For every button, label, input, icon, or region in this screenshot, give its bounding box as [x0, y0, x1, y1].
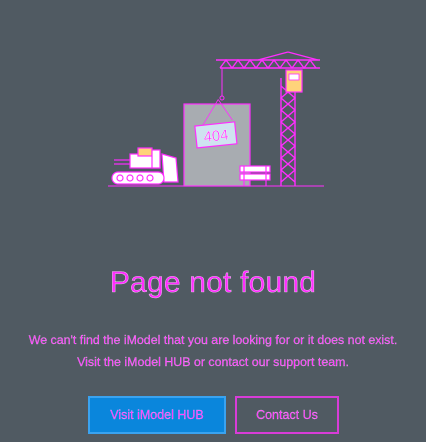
page-title: Page not found	[109, 266, 317, 299]
error-message-line-2: Visit the iModel HUB or contact our supp…	[77, 355, 349, 369]
contact-us-button[interactable]: Contact Us	[235, 396, 339, 434]
sign-404-text: 404	[203, 127, 230, 147]
visit-imodel-hub-button[interactable]: Visit iModel HUB	[88, 396, 226, 434]
error-message-line-1: We can't find the iModel that you are lo…	[28, 333, 398, 347]
not-found-page: 404 Page not found We can't find the iMo…	[0, 0, 426, 442]
under-construction-404-icon: 404	[108, 51, 324, 187]
